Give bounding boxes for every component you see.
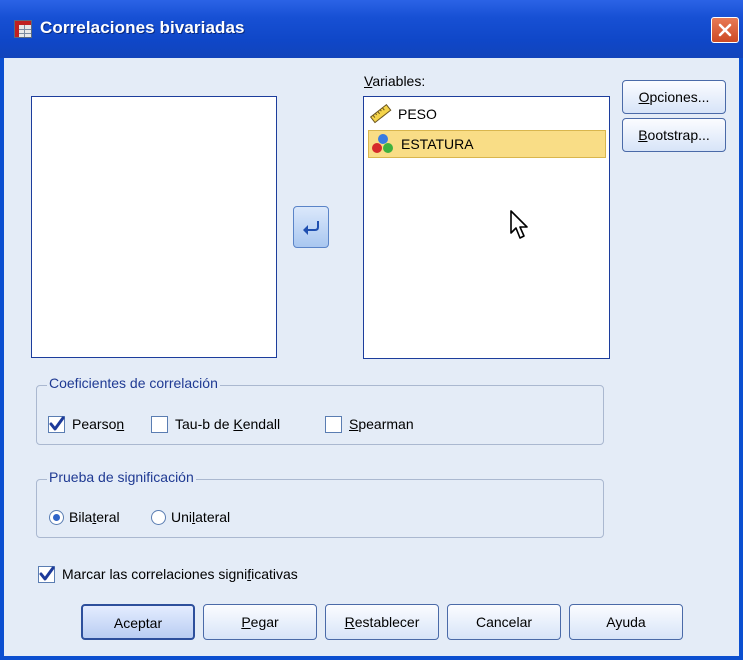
- variables-label: Variables:: [364, 73, 426, 89]
- flag-significant-checkbox[interactable]: [38, 566, 55, 583]
- ruler-icon: [370, 104, 392, 124]
- kendall-checkbox[interactable]: [151, 416, 168, 433]
- spearman-label[interactable]: Spearman: [349, 416, 414, 432]
- mouse-pointer-icon: [510, 210, 528, 239]
- close-button[interactable]: [711, 17, 739, 43]
- title-bar[interactable]: Correlaciones bivariadas: [0, 0, 743, 58]
- bilateral-radio[interactable]: [49, 510, 64, 525]
- target-variable-list[interactable]: PESO ESTATURA: [363, 96, 610, 359]
- ok-button[interactable]: Aceptar: [81, 604, 195, 640]
- spearman-checkbox[interactable]: [325, 416, 342, 433]
- check-icon: [39, 566, 55, 581]
- pearson-checkbox[interactable]: [48, 416, 65, 433]
- close-icon: [718, 23, 732, 37]
- reset-button[interactable]: Restablecer: [325, 604, 439, 640]
- dialog-title: Correlaciones bivariadas: [40, 18, 245, 37]
- variable-name: PESO: [398, 106, 437, 122]
- options-button[interactable]: Opciones...: [622, 80, 726, 114]
- unilateral-label[interactable]: Unilateral: [171, 509, 230, 525]
- list-item-estatura[interactable]: ESTATURA: [368, 130, 606, 158]
- window-frame-right: [739, 58, 743, 660]
- kendall-label[interactable]: Tau-b de Kendall: [175, 416, 280, 432]
- cancel-button[interactable]: Cancelar: [447, 604, 561, 640]
- help-button[interactable]: Ayuda: [569, 604, 683, 640]
- three-balls-icon: [372, 134, 393, 153]
- source-variable-list[interactable]: [31, 96, 277, 358]
- significance-test-group: [36, 479, 604, 538]
- flag-significant-label[interactable]: Marcar las correlaciones significativas: [62, 566, 298, 582]
- move-left-arrow-icon: [303, 221, 319, 235]
- bootstrap-button[interactable]: Bootstrap...: [622, 118, 726, 152]
- correlation-coefficients-group: [36, 385, 604, 445]
- check-icon: [49, 416, 65, 431]
- variable-name: ESTATURA: [401, 136, 474, 152]
- move-variable-button[interactable]: [293, 206, 329, 248]
- pearson-label[interactable]: Pearson: [72, 416, 124, 432]
- spreadsheet-grid-icon: [14, 20, 32, 38]
- correlation-coefficients-title: Coeficientes de correlación: [47, 375, 220, 391]
- window-frame-bottom: [0, 656, 743, 660]
- significance-test-title: Prueba de significación: [47, 469, 196, 485]
- unilateral-radio[interactable]: [151, 510, 166, 525]
- list-item-peso[interactable]: PESO: [368, 100, 606, 128]
- dialog-window: Correlaciones bivariadas Variables: PESO…: [0, 0, 743, 660]
- bilateral-label[interactable]: Bilateral: [69, 509, 120, 525]
- paste-button[interactable]: Pegar: [203, 604, 317, 640]
